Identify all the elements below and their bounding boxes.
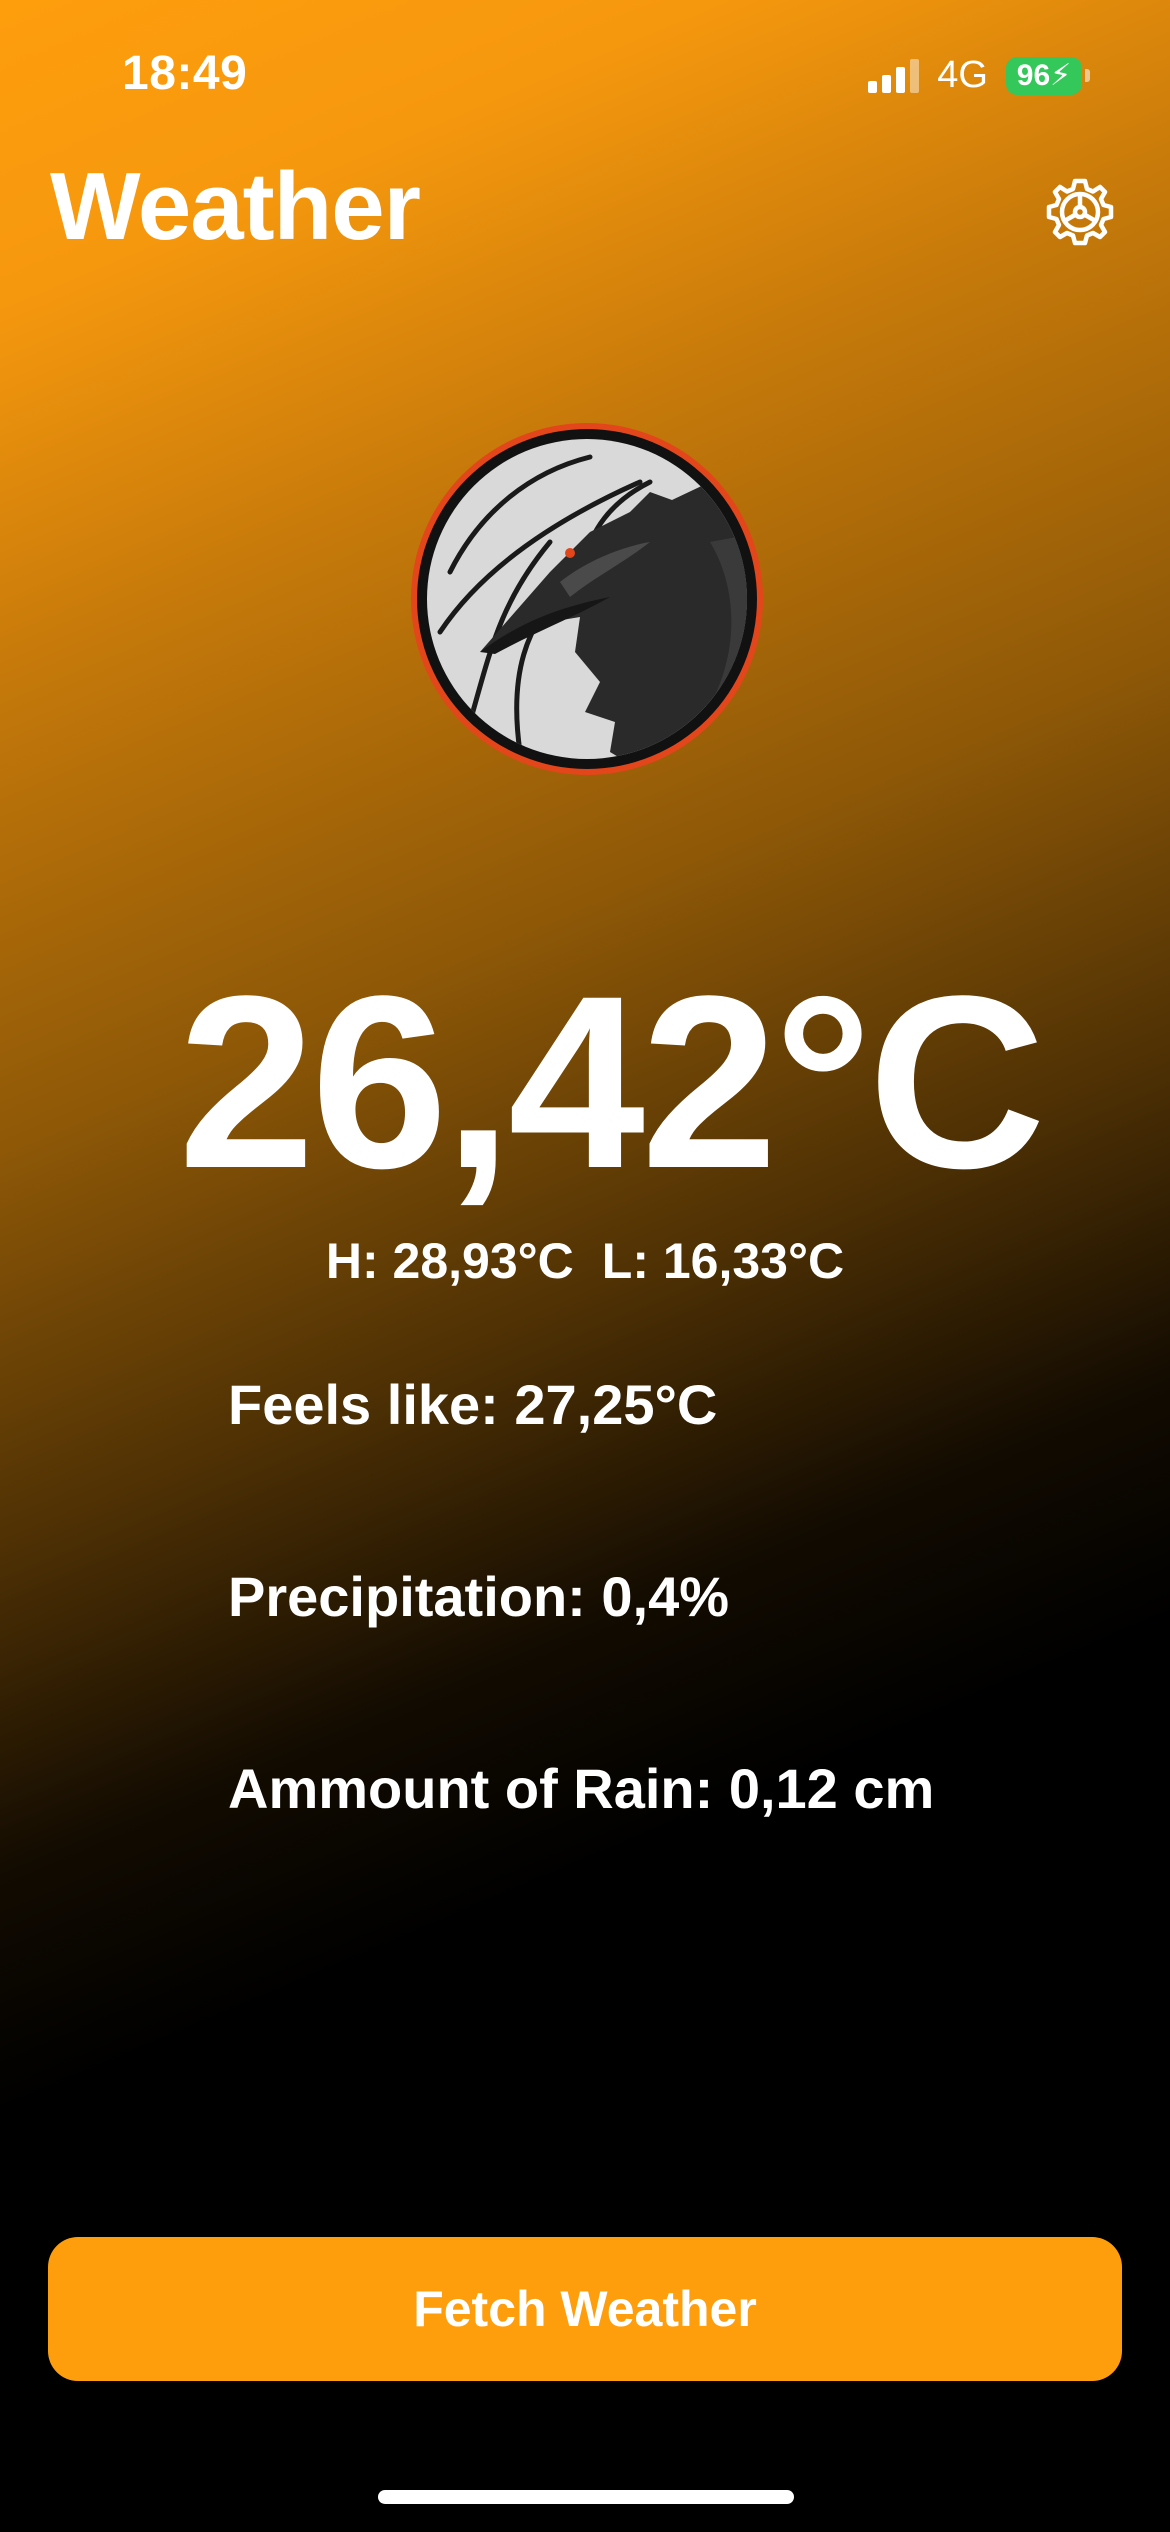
- cellular-signal-icon: [868, 58, 920, 93]
- current-temperature: 26,42°C: [178, 945, 1046, 1220]
- low-temperature: L: 16,33°C: [601, 1233, 845, 1289]
- battery-level: 96 ⚡: [1006, 56, 1082, 95]
- high-temperature: H: 28,93°C: [325, 1233, 574, 1289]
- page-title: Weather: [50, 153, 421, 260]
- status-indicators: 4G 96 ⚡: [868, 54, 1090, 97]
- home-indicator[interactable]: [378, 2490, 794, 2504]
- network-type: 4G: [937, 54, 988, 96]
- gear-icon[interactable]: [1044, 176, 1116, 248]
- raven-logo: [410, 422, 764, 776]
- high-low-temperature: H: 28,93°C L: 16,33°C: [0, 1232, 1170, 1290]
- precipitation-text: Precipitation: 0,4%: [228, 1565, 730, 1628]
- status-time: 18:49: [122, 47, 248, 100]
- feels-like-text: Feels like: 27,25°C: [228, 1373, 718, 1436]
- fetch-weather-button[interactable]: Fetch Weather: [48, 2237, 1122, 2381]
- rain-amount-text: Ammount of Rain: 0,12 cm: [228, 1757, 935, 1820]
- battery-icon: 96 ⚡: [1006, 56, 1090, 95]
- weather-screen: 18:49 4G 96 ⚡ Weather 26,42°C H: 28,93°C…: [0, 0, 1170, 2532]
